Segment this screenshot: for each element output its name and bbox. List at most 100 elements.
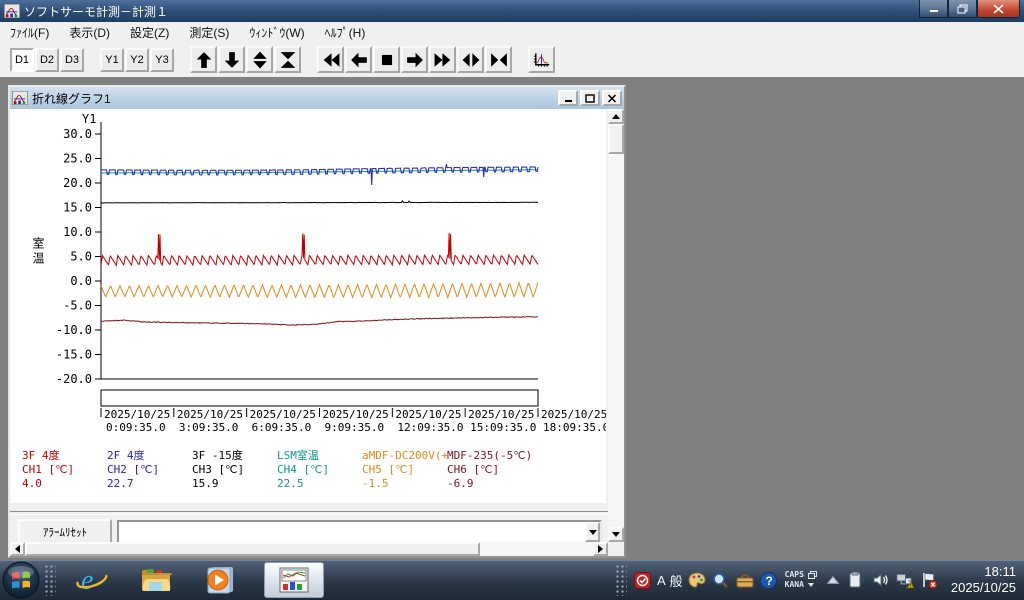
menu-item-measure[interactable]: 測定(S) xyxy=(179,22,239,43)
d3-button[interactable]: D3 xyxy=(60,48,84,72)
d2-button[interactable]: D2 xyxy=(35,48,59,72)
folder-icon xyxy=(139,565,173,595)
app-minimize-button[interactable] xyxy=(919,0,948,18)
tray-clock[interactable]: 18:11 2025/10/25 xyxy=(951,564,1016,596)
ime-toolbox-tray-icon[interactable] xyxy=(736,571,754,589)
d1-button[interactable]: D1 xyxy=(10,48,34,72)
device-tray-icon[interactable] xyxy=(848,571,866,589)
down-arrow-icon xyxy=(223,51,241,69)
menu-item-window[interactable]: ｳｨﾝﾄﾞｳ(W) xyxy=(239,22,314,43)
measurement-app-icon xyxy=(279,567,309,593)
graph-maximize-button[interactable] xyxy=(580,90,600,106)
y3-button[interactable]: Y3 xyxy=(150,48,174,72)
svg-text:0:09:35.0: 0:09:35.0 xyxy=(106,421,166,434)
taskbar-drag-handle xyxy=(44,564,56,596)
vertical-scroll-thumb[interactable] xyxy=(608,124,624,154)
security-tray-icon[interactable] xyxy=(634,571,652,589)
combo-dropdown-button[interactable] xyxy=(585,522,600,542)
legend-value: 22.5 xyxy=(277,477,362,491)
palette-icon xyxy=(688,572,706,588)
graph-close-button[interactable] xyxy=(602,90,622,106)
horizontal-expand-icon xyxy=(462,51,480,69)
ime-pad-tray-icon[interactable] xyxy=(688,571,706,589)
start-button[interactable] xyxy=(2,561,40,599)
menu-item-help[interactable]: ﾍﾙﾌﾟ(H) xyxy=(315,22,376,43)
help-tray-icon[interactable]: ? xyxy=(760,571,778,589)
ime-dictionary-tray-icon[interactable] xyxy=(712,571,730,589)
legend-channel-label: CH4 [℃] xyxy=(277,463,362,477)
alarm-combobox[interactable] xyxy=(117,520,602,544)
show-hidden-icons-button[interactable] xyxy=(824,571,842,589)
rewind-button[interactable] xyxy=(317,46,344,73)
svg-text:2025/10/25: 2025/10/25 xyxy=(177,408,243,421)
toolbar: D1 D2 D3 Y1 Y2 Y3 xyxy=(0,42,1024,78)
svg-text:2025/10/25: 2025/10/25 xyxy=(395,408,461,421)
graph-minimize-button[interactable] xyxy=(558,90,578,106)
clock-time: 18:11 xyxy=(951,564,1016,580)
taskbar-item-media-player[interactable] xyxy=(202,562,238,598)
scroll-up-button[interactable] xyxy=(608,109,624,124)
scale-down-button[interactable] xyxy=(218,46,245,73)
ime-window-icon xyxy=(808,571,817,579)
taskbar-item-active-app[interactable] xyxy=(264,562,324,598)
minimize-icon xyxy=(564,94,573,103)
vertical-expand-button[interactable] xyxy=(246,46,273,73)
forward-button[interactable] xyxy=(429,46,456,73)
graph-view-button[interactable] xyxy=(528,46,555,73)
chart-legend: 3F 4度CH1 [℃]4.02F 4度CH2 [℃]22.73F -15度CH… xyxy=(10,445,606,503)
minimize-icon xyxy=(929,4,939,13)
legend-channel-label: CH1 [℃] xyxy=(22,463,107,477)
vertical-fit-button[interactable] xyxy=(274,46,301,73)
ime-mode-indicator[interactable]: A xyxy=(657,573,666,588)
scroll-down-button[interactable] xyxy=(608,527,624,542)
app-close-button[interactable] xyxy=(977,0,1020,18)
legend-name: 3F 4度 xyxy=(22,449,107,463)
menu-item-view[interactable]: 表示(D) xyxy=(59,22,120,43)
horizontal-scrollbar[interactable] xyxy=(10,542,608,556)
legend-value: -1.5 xyxy=(362,477,447,491)
step-left-button[interactable] xyxy=(345,46,372,73)
svg-text:2025/10/25: 2025/10/25 xyxy=(250,408,316,421)
horizontal-scroll-thumb[interactable] xyxy=(25,542,480,556)
up-arrow-icon xyxy=(195,51,213,69)
horizontal-fit-button[interactable] xyxy=(485,46,512,73)
toolbox-icon xyxy=(736,573,754,588)
taskbar-item-internet-explorer[interactable]: e xyxy=(74,562,110,598)
y1-button[interactable]: Y1 xyxy=(100,48,124,72)
menu-item-file[interactable]: ﾌｧｲﾙ(F) xyxy=(0,22,59,43)
horizontal-expand-button[interactable] xyxy=(457,46,484,73)
screen: ソフトサーモ計測－計測１ ﾌｧｲﾙ(F) 表示(D) 設定(Z) 測定(S) ｳ… xyxy=(0,0,1024,600)
clipboard-plug-icon xyxy=(848,571,866,589)
legend-CH4: LSM室温CH4 [℃]22.5 xyxy=(277,449,362,503)
legend-channel-label: CH2 [℃] xyxy=(107,463,192,477)
ime-conversion-indicator[interactable]: 般 xyxy=(670,571,683,590)
volume-tray-icon[interactable] xyxy=(872,571,890,589)
stop-button[interactable] xyxy=(373,46,400,73)
svg-text:30.0: 30.0 xyxy=(63,127,92,141)
network-tray-icon[interactable] xyxy=(896,571,914,589)
svg-text:10.0: 10.0 xyxy=(63,225,92,239)
legend-name: aMDF-DC200V(+7 xyxy=(362,449,447,463)
legend-name: LSM室温 xyxy=(277,449,362,463)
graph-window: 折れ線グラフ1 Y130.025.020.015.010.05.00.0-5.0… xyxy=(8,85,626,558)
legend-value: -6.9 xyxy=(447,477,532,491)
y2-button[interactable]: Y2 xyxy=(125,48,149,72)
action-center-tray-icon[interactable] xyxy=(920,571,938,589)
scroll-left-button[interactable] xyxy=(10,542,25,556)
ime-key-status[interactable]: CAPS KANA xyxy=(785,570,817,590)
scale-up-button[interactable] xyxy=(190,46,217,73)
legend-channel-label: CH6 [℃] xyxy=(447,463,532,477)
graph-window-titlebar[interactable]: 折れ線グラフ1 xyxy=(10,87,624,109)
chevron-down-icon xyxy=(808,583,814,587)
svg-text:-5.0: -5.0 xyxy=(63,299,92,313)
triangle-left-icon xyxy=(15,545,20,553)
step-right-button[interactable] xyxy=(401,46,428,73)
vertical-expand-icon xyxy=(251,51,269,69)
vertical-scrollbar[interactable] xyxy=(608,109,624,542)
taskbar-item-explorer[interactable] xyxy=(138,562,174,598)
scroll-right-button[interactable] xyxy=(593,542,608,556)
menu-item-settings[interactable]: 設定(Z) xyxy=(120,22,179,43)
app-restore-button[interactable] xyxy=(948,0,977,18)
alarm-indicator-strip xyxy=(101,390,538,406)
fast-forward-icon xyxy=(434,51,452,69)
